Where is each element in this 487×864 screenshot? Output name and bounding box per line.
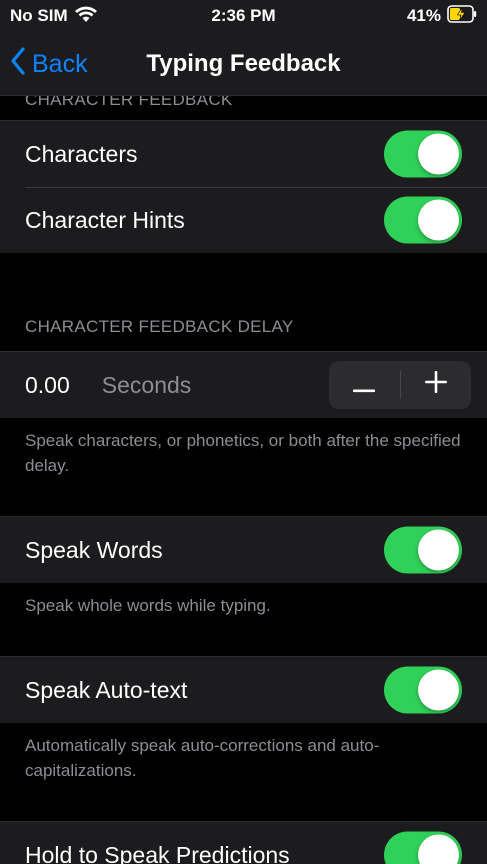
settings-list[interactable]: CHARACTER FEEDBACK Characters Character … — [0, 96, 487, 864]
toggle-knob — [418, 669, 459, 711]
group-character-feedback-delay: 0.00 Seconds — [0, 351, 487, 418]
group-character-feedback: Characters Character Hints — [0, 120, 487, 253]
decrement-button[interactable] — [329, 361, 400, 409]
speak-words-toggle[interactable] — [384, 526, 462, 574]
delay-stepper[interactable] — [329, 361, 471, 409]
toggle-knob — [418, 199, 459, 241]
plus-icon — [424, 371, 447, 399]
status-left: No SIM — [10, 5, 98, 28]
toggle-knob — [418, 529, 459, 571]
delay-footer: Speak characters, or phonetics, or both … — [25, 431, 461, 475]
speak-words-row[interactable]: Speak Words — [0, 517, 487, 583]
back-button[interactable]: Back — [10, 32, 88, 96]
delay-unit: Seconds — [101, 371, 192, 398]
group-hold-to-speak: Hold to Speak Predictions — [0, 821, 487, 864]
section-header-character-feedback-delay: CHARACTER FEEDBACK DELAY — [25, 317, 294, 336]
wifi-icon — [74, 5, 98, 28]
group-speak-auto-text: Speak Auto-text — [0, 656, 487, 723]
speak-auto-text-label: Speak Auto-text — [25, 676, 188, 703]
character-hints-label: Character Hints — [25, 206, 185, 233]
speak-auto-text-footer: Automatically speak auto-corrections and… — [25, 736, 380, 780]
back-label: Back — [32, 49, 88, 78]
hold-to-speak-toggle[interactable] — [384, 831, 462, 864]
minus-icon — [353, 372, 376, 399]
speak-auto-text-toggle[interactable] — [384, 666, 462, 714]
character-hints-toggle[interactable] — [384, 196, 462, 244]
character-hints-row[interactable]: Character Hints — [0, 187, 487, 253]
speak-auto-text-row[interactable]: Speak Auto-text — [0, 657, 487, 723]
carrier-label: No SIM — [10, 6, 68, 25]
status-right: 41% — [406, 4, 477, 28]
characters-label: Characters — [25, 140, 138, 167]
characters-toggle[interactable] — [384, 130, 462, 178]
hold-to-speak-label: Hold to Speak Predictions — [25, 841, 290, 864]
increment-button[interactable] — [401, 361, 472, 409]
toggle-knob — [418, 834, 459, 864]
chevron-left-icon — [10, 46, 26, 82]
group-speak-words: Speak Words — [0, 516, 487, 583]
speak-words-label: Speak Words — [25, 536, 163, 563]
delay-value: 0.00 — [25, 371, 70, 398]
battery-charging-icon — [447, 4, 477, 28]
speak-words-footer: Speak whole words while typing. — [25, 596, 271, 615]
section-header-character-feedback: CHARACTER FEEDBACK — [25, 96, 233, 109]
hold-to-speak-row[interactable]: Hold to Speak Predictions — [0, 822, 487, 864]
characters-row[interactable]: Characters — [0, 121, 487, 187]
delay-row: 0.00 Seconds — [0, 352, 487, 418]
toggle-knob — [418, 133, 459, 175]
screen: No SIM 2:36 PM 41% Typing Feedback Back … — [0, 0, 487, 864]
battery-percent: 41% — [406, 6, 441, 25]
nav-bar: Typing Feedback Back — [0, 32, 487, 96]
status-bar: No SIM 2:36 PM 41% — [0, 0, 487, 32]
